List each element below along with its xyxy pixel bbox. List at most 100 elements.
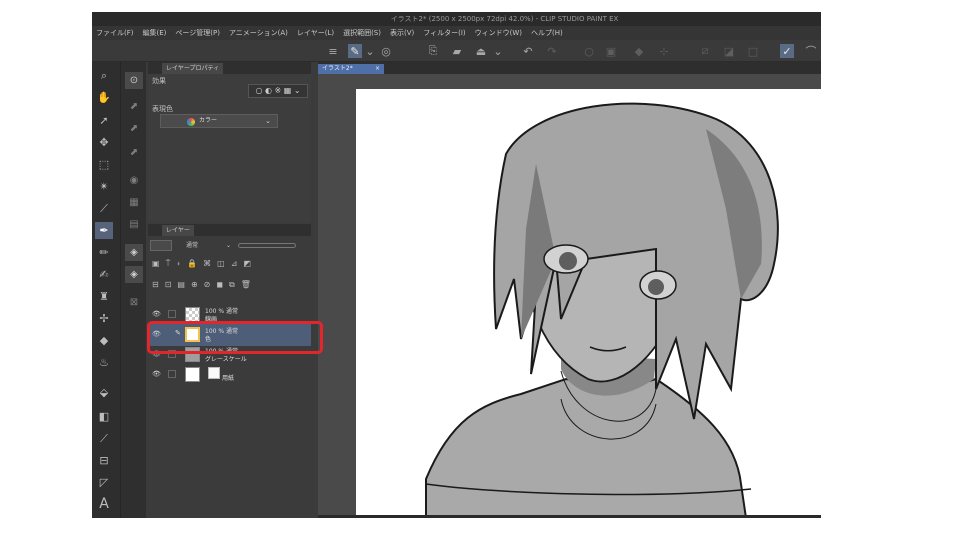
figure-icon[interactable]: ⟋ — [95, 430, 113, 447]
horizontal-scrollbar[interactable] — [318, 515, 821, 518]
fill-icon[interactable]: ⬙ — [95, 384, 113, 401]
layer-icon[interactable]: ◈ — [125, 266, 143, 283]
new-icon[interactable]: ✎ — [348, 44, 362, 58]
lock-toggle[interactable] — [168, 370, 176, 378]
layer-property-tab[interactable]: レイヤープロパティ — [162, 63, 224, 74]
menu-layer[interactable]: レイヤー(L) — [297, 28, 334, 38]
clip-icon[interactable]: ▣ — [152, 259, 160, 271]
frame-icon[interactable]: □ — [746, 44, 760, 58]
clip-studio-icon[interactable]: ◎ — [379, 44, 393, 58]
transform-icon[interactable]: ◆ — [632, 44, 646, 58]
color-set-icon[interactable]: ▦ — [125, 194, 143, 211]
zoom-icon[interactable]: ⌕ — [95, 67, 113, 84]
effect-buttons[interactable]: ○ ◐ ※ ▦ ⌄ — [248, 84, 308, 98]
auto-select-icon[interactable]: ✴ — [95, 178, 113, 195]
layer-row[interactable]: 👁 用紙 — [148, 364, 311, 386]
undo-icon[interactable]: ↶ — [521, 44, 535, 58]
new-file-icon[interactable]: ⎘ — [426, 44, 440, 58]
operation-icon[interactable]: ➚ — [95, 112, 113, 129]
ruler-icon[interactable]: ⊿ — [231, 259, 238, 271]
new-folder-icon[interactable]: ▤ — [177, 280, 185, 292]
move-icon[interactable]: ✥ — [95, 134, 113, 151]
save-icon[interactable]: ⏏ — [474, 44, 488, 58]
canvas-tab[interactable]: イラスト2* × — [318, 64, 384, 74]
layer-name: グレースケール — [205, 356, 247, 363]
pen-icon[interactable]: ✒ — [95, 222, 113, 239]
frame-icon[interactable]: ⊟ — [95, 452, 113, 469]
menu-view[interactable]: 表示(V) — [390, 28, 414, 38]
menu-selection[interactable]: 選択範囲(S) — [343, 28, 381, 38]
color-history-icon[interactable]: ▤ — [125, 216, 143, 233]
decoration-icon[interactable]: ✢ — [95, 310, 113, 327]
menu-edit[interactable]: 編集(E) — [143, 28, 167, 38]
dropdown-icon[interactable]: ⌄ — [363, 44, 377, 58]
visibility-eye-icon[interactable]: 👁 — [152, 310, 161, 318]
text-icon[interactable]: A — [95, 495, 113, 512]
menu-icon[interactable]: ≡ — [326, 44, 340, 58]
gradient-icon[interactable]: ◧ — [95, 408, 113, 425]
layer-panel: レイヤー 通常 ⌄ ▣ ⍑ ⍖ 🔒 ⌘ ◫ ⊿ ◩ ⊟ ⊡ ▤ ⊕ ⊘ ◼ ⧉ … — [148, 224, 311, 518]
expression-color-select[interactable]: カラー ⌄ — [160, 114, 278, 128]
menu-page[interactable]: ページ管理(P) — [175, 28, 220, 38]
opacity-slider[interactable] — [238, 243, 296, 248]
visibility-eye-icon[interactable]: 👁 — [152, 370, 161, 378]
open-icon[interactable]: ▰ — [450, 44, 464, 58]
trash-icon[interactable]: 🗑 — [241, 280, 251, 292]
layer-search-icon[interactable]: ⊠ — [125, 294, 143, 311]
dropdown-icon[interactable]: ⌄ — [491, 44, 505, 58]
layer-property-tabbar: レイヤープロパティ — [148, 62, 311, 74]
canvas-tabbar: イラスト2* × — [318, 62, 821, 74]
layer-color-icon[interactable]: ◩ — [243, 259, 251, 271]
menu-animation[interactable]: アニメーション(A) — [229, 28, 288, 38]
lock-transparent-icon[interactable]: ⌘ — [203, 259, 211, 271]
expression-color-value: カラー — [199, 117, 218, 124]
merge-icon[interactable]: ⊕ — [191, 280, 198, 292]
navigator-icon[interactable]: ⊙ — [125, 72, 143, 89]
clip-studio-window: イラスト2* (2500 x 2500px 72dpi 42.0%) - CLI… — [92, 12, 821, 518]
clear-icon[interactable]: ○ — [582, 44, 596, 58]
new-raster-layer-icon[interactable]: ⊟ — [152, 280, 159, 292]
copy-icon[interactable]: ⧉ — [229, 280, 235, 292]
chevron-down-icon: ⌄ — [265, 117, 271, 125]
link-icon[interactable]: ⊘ — [204, 280, 211, 292]
checkmark-icon[interactable]: ✓ — [780, 44, 794, 58]
menu-help[interactable]: ヘルプ(H) — [531, 28, 563, 38]
invert-icon[interactable]: ⧄ — [698, 44, 712, 58]
mask-icon[interactable]: ◫ — [217, 259, 225, 271]
menu-window[interactable]: ウィンドウ(W) — [475, 28, 522, 38]
canvas-paper[interactable] — [356, 89, 821, 518]
lock-icon[interactable]: 🔒 — [187, 259, 197, 271]
border-icon[interactable]: ◪ — [722, 44, 736, 58]
layer-blend-controls: 通常 ⌄ — [150, 240, 310, 252]
blend-icon[interactable]: ♨ — [95, 354, 113, 371]
eyedropper-icon[interactable]: ⟋ — [95, 200, 113, 217]
airbrush-icon[interactable]: ♜ — [95, 288, 113, 305]
subtool-pencil-icon[interactable]: ⬈ — [125, 120, 143, 137]
deselect-icon[interactable]: ⊹ — [657, 44, 671, 58]
new-vector-layer-icon[interactable]: ⊡ — [165, 280, 172, 292]
layer-color-box[interactable] — [150, 240, 172, 251]
hand-icon[interactable]: ✋ — [95, 89, 113, 106]
ruler-icon[interactable]: ⌒ — [804, 44, 818, 58]
color-wheel-icon[interactable]: ◉ — [125, 172, 143, 189]
draft-icon[interactable]: ⍖ — [176, 259, 181, 271]
reference-icon[interactable]: ⍑ — [166, 259, 171, 271]
fill-icon[interactable]: ▣ — [604, 44, 618, 58]
pencil-icon[interactable]: ✏ — [95, 244, 113, 261]
subtool-brush-icon[interactable]: ⬈ — [125, 144, 143, 161]
lock-toggle[interactable] — [168, 310, 176, 318]
layer-property-icon[interactable]: ◈ — [125, 244, 143, 261]
blend-mode-select[interactable]: 通常 — [186, 240, 198, 251]
close-icon[interactable]: × — [375, 64, 380, 74]
redo-icon[interactable]: ↷ — [545, 44, 559, 58]
chevron-down-icon[interactable]: ⌄ — [226, 240, 231, 251]
menu-file[interactable]: ファイル(F) — [96, 28, 134, 38]
layer-tab[interactable]: レイヤー — [162, 225, 194, 236]
menu-filter[interactable]: フィルター(I) — [423, 28, 465, 38]
brush-icon[interactable]: ✍ — [95, 266, 113, 283]
subtool-pen-icon[interactable]: ⬈ — [125, 98, 143, 115]
selection-icon[interactable]: ⬚ — [95, 156, 113, 173]
mask-add-icon[interactable]: ◼ — [216, 280, 223, 292]
ruler-icon[interactable]: ◸ — [95, 474, 113, 491]
eraser-icon[interactable]: ◆ — [95, 332, 113, 349]
